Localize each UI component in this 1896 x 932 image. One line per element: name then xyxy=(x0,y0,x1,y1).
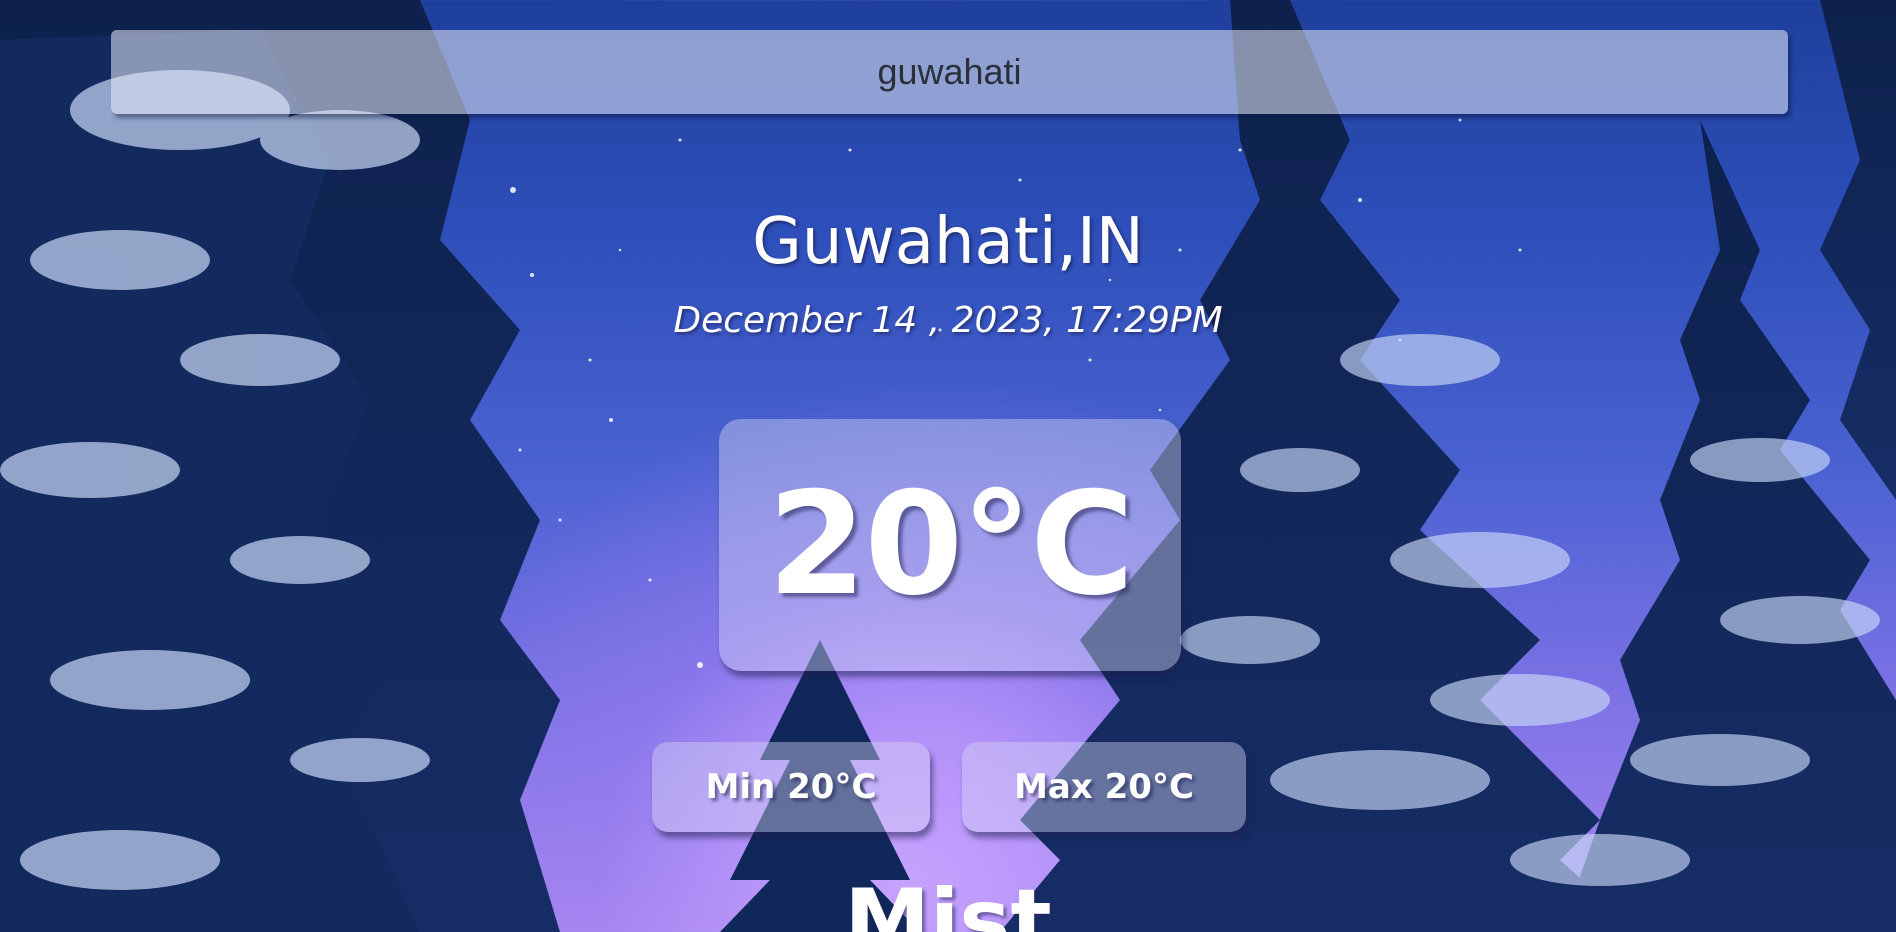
max-temperature-badge: Max 20°C xyxy=(962,742,1246,832)
temperature-card: 20°C xyxy=(719,419,1181,671)
weather-app: Guwahati,IN December 14 , 2023, 17:29PM … xyxy=(0,0,1896,932)
weather-condition: Mist xyxy=(844,871,1052,932)
current-temperature: 20°C xyxy=(767,462,1135,627)
city-search-input[interactable] xyxy=(111,30,1788,114)
min-temperature-badge: Min 20°C xyxy=(652,742,930,832)
city-name: Guwahati,IN xyxy=(752,205,1144,279)
date-time: December 14 , 2023, 17:29PM xyxy=(673,300,1223,341)
